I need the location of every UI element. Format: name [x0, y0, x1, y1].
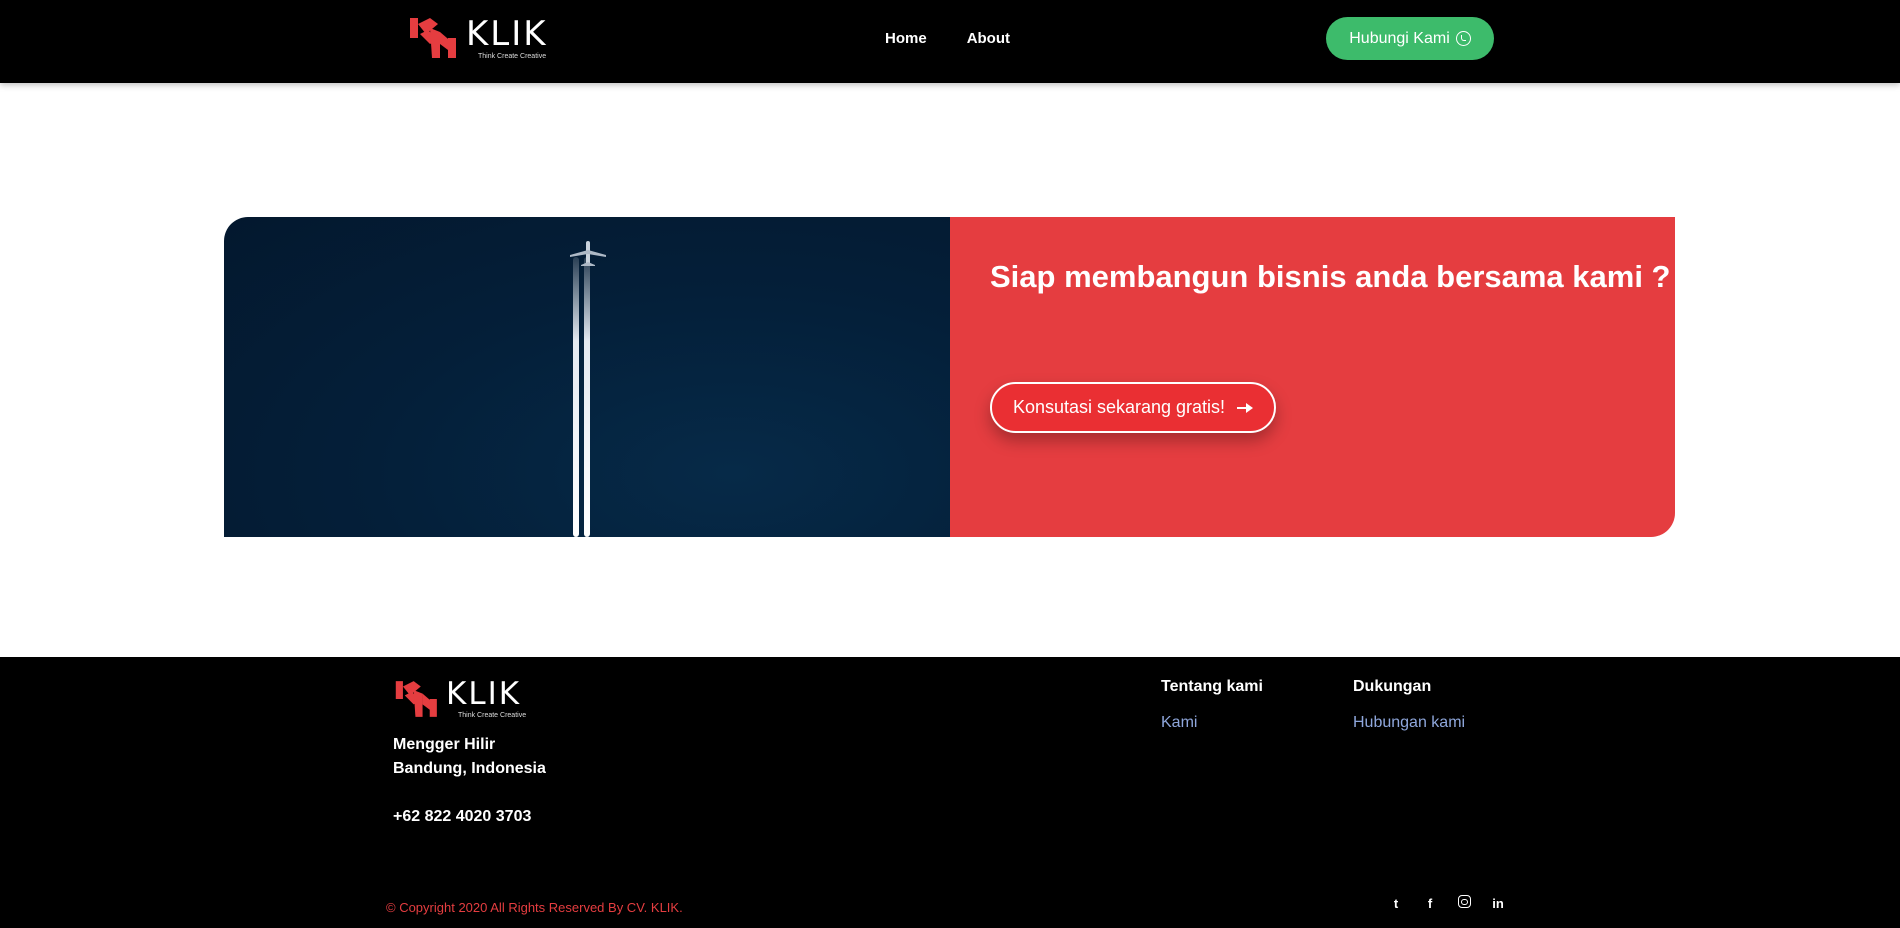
- social-links: t f in: [1388, 895, 1506, 911]
- footer-logo[interactable]: KLIK Think Create Creative: [394, 677, 526, 721]
- hubungi-kami-label: Hubungi Kami: [1349, 29, 1450, 47]
- contrail-right: [584, 257, 590, 537]
- logo-tagline: Think Create Creative: [458, 712, 527, 719]
- instagram-icon[interactable]: [1456, 895, 1472, 911]
- site-footer: [0, 657, 1900, 928]
- airplane-icon: [570, 241, 606, 266]
- footer-heading-tentang: Tentang kami: [1161, 678, 1263, 695]
- site-header: KLIK Think Create Creative Home About Hu…: [0, 0, 1900, 83]
- klik-logo-mark-icon: [395, 681, 437, 717]
- footer-link-kami[interactable]: Kami: [1161, 714, 1197, 732]
- logo-tagline: Think Create Creative: [478, 52, 547, 60]
- banner-title: Siap membangun bisnis anda bersama kami …: [990, 259, 1671, 294]
- free-consultation-button[interactable]: Konsutasi sekarang gratis!: [990, 382, 1276, 433]
- main-nav: Home About: [885, 30, 1010, 47]
- free-consultation-label: Konsutasi sekarang gratis!: [1012, 397, 1226, 417]
- footer-link-hubungan[interactable]: Hubungan kami: [1353, 714, 1465, 732]
- hubungi-kami-button[interactable]: Hubungi Kami: [1326, 17, 1494, 60]
- logo-wordmark: KLIK: [466, 13, 548, 54]
- nav-home[interactable]: Home: [885, 30, 927, 47]
- header-logo[interactable]: KLIK Think Create Creative: [408, 14, 548, 62]
- logo-wordmark: KLIK: [446, 676, 522, 712]
- whatsapp-icon: [1455, 31, 1471, 46]
- linkedin-icon[interactable]: in: [1490, 896, 1506, 911]
- facebook-icon[interactable]: f: [1422, 896, 1438, 911]
- nav-about[interactable]: About: [967, 30, 1010, 47]
- arrow-right-icon: [1237, 402, 1254, 413]
- klik-logo-mark-icon: [410, 18, 456, 58]
- banner-content: Siap membangun bisnis anda bersama kami …: [950, 217, 1675, 537]
- contrail-left: [573, 257, 579, 537]
- twitter-icon[interactable]: t: [1388, 896, 1404, 911]
- address-line-1: Mengger Hilir: [393, 736, 496, 753]
- copyright-text: © Copyright 2020 All Rights Reserved By …: [386, 900, 683, 915]
- footer-heading-dukungan: Dukungan: [1353, 678, 1432, 695]
- address-line-2: Bandung, Indonesia: [393, 760, 546, 777]
- airplane-contrail-image: [224, 217, 950, 537]
- cta-banner: Siap membangun bisnis anda bersama kami …: [224, 217, 1675, 537]
- phone-number: +62 822 4020 3703: [393, 808, 532, 825]
